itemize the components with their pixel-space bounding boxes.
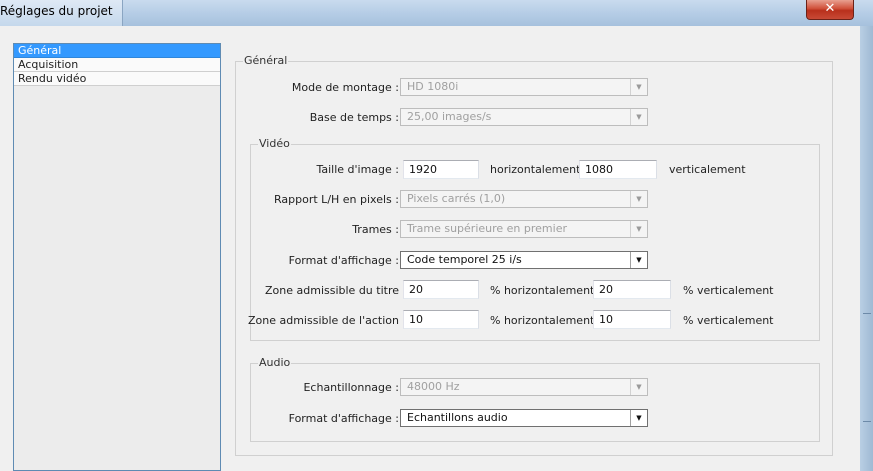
- video-group-title: Vidéo: [258, 137, 291, 150]
- chevron-down-icon: ▼: [630, 410, 647, 426]
- frame-size-label: Taille d'image :: [316, 163, 399, 176]
- audio-group: Audio: [250, 356, 820, 442]
- chevron-down-icon: ▼: [630, 79, 647, 95]
- border-tick: [863, 421, 871, 422]
- editing-mode-label: Mode de montage :: [291, 81, 399, 94]
- sample-rate-value: 48000 Hz: [407, 380, 460, 393]
- sidebar-item-general[interactable]: Général: [14, 44, 220, 58]
- settings-panel: Général Mode de montage : HD 1080i ▼ Bas…: [235, 54, 833, 456]
- timebase-label: Base de temps :: [309, 111, 399, 124]
- border-tick: [863, 313, 871, 314]
- audio-display-format-value: Echantillons audio: [407, 411, 508, 424]
- audio-group-title: Audio: [258, 356, 292, 369]
- fields-label: Trames :: [352, 223, 399, 236]
- title-safe-horizontal-input[interactable]: [403, 280, 479, 299]
- action-safe-horizontal-label: % horizontalement: [490, 314, 595, 327]
- chevron-down-icon: ▼: [630, 221, 647, 237]
- action-safe-vertical-input[interactable]: [593, 310, 671, 329]
- sidebar-item-video-rendering[interactable]: Rendu vidéo: [14, 72, 220, 86]
- timebase-select[interactable]: 25,00 images/s ▼: [400, 108, 648, 126]
- close-button[interactable]: ✕: [806, 0, 854, 20]
- horizontal-label: horizontalement: [490, 163, 581, 176]
- vertical-label: verticalement: [669, 163, 746, 176]
- action-safe-vertical-label: % verticalement: [683, 314, 774, 327]
- sidebar-item-label: Général: [18, 44, 62, 57]
- title-safe-horizontal-label: % horizontalement: [490, 284, 595, 297]
- title-bar: Réglages du projet ✕: [0, 0, 873, 26]
- title-safe-label: Zone admissible du titre: [265, 284, 399, 297]
- pixel-aspect-select[interactable]: Pixels carrés (1,0) ▼: [400, 190, 648, 208]
- sidebar-item-label: Acquisition: [18, 58, 79, 71]
- window-title: Réglages du projet: [0, 4, 113, 18]
- pixel-aspect-label: Rapport L/H en pixels :: [274, 193, 399, 206]
- pixel-aspect-value: Pixels carrés (1,0): [407, 192, 506, 205]
- video-display-format-value: Code temporel 25 i/s: [407, 253, 522, 266]
- chevron-down-icon: ▼: [630, 252, 647, 268]
- chevron-down-icon: ▼: [630, 191, 647, 207]
- general-group-title: Général: [243, 54, 289, 67]
- sidebar-item-acquisition[interactable]: Acquisition: [14, 58, 220, 72]
- editing-mode-value: HD 1080i: [407, 80, 459, 93]
- sample-rate-select[interactable]: 48000 Hz ▼: [400, 378, 648, 396]
- audio-display-format-label: Format d'affichage :: [288, 412, 399, 425]
- frame-height-input[interactable]: [579, 160, 657, 179]
- sidebar-item-label: Rendu vidéo: [18, 72, 87, 85]
- window-border: [860, 26, 873, 471]
- audio-display-format-select[interactable]: Echantillons audio ▼: [400, 409, 648, 427]
- video-display-format-select[interactable]: Code temporel 25 i/s ▼: [400, 251, 648, 269]
- category-list: Général Acquisition Rendu vidéo: [13, 43, 221, 471]
- title-safe-vertical-label: % verticalement: [683, 284, 774, 297]
- title-safe-vertical-input[interactable]: [593, 280, 671, 299]
- chevron-down-icon: ▼: [630, 379, 647, 395]
- timebase-value: 25,00 images/s: [407, 110, 492, 123]
- video-display-format-label: Format d'affichage :: [288, 254, 399, 267]
- action-safe-label: Zone admissible de l'action: [247, 314, 399, 327]
- sample-rate-label: Echantillonnage :: [303, 381, 399, 394]
- action-safe-horizontal-input[interactable]: [403, 310, 479, 329]
- fields-select[interactable]: Trame supérieure en premier ▼: [400, 220, 648, 238]
- editing-mode-select[interactable]: HD 1080i ▼: [400, 78, 648, 96]
- fields-value: Trame supérieure en premier: [407, 222, 567, 235]
- frame-width-input[interactable]: [403, 160, 479, 179]
- chevron-down-icon: ▼: [630, 109, 647, 125]
- close-icon: ✕: [824, 1, 836, 16]
